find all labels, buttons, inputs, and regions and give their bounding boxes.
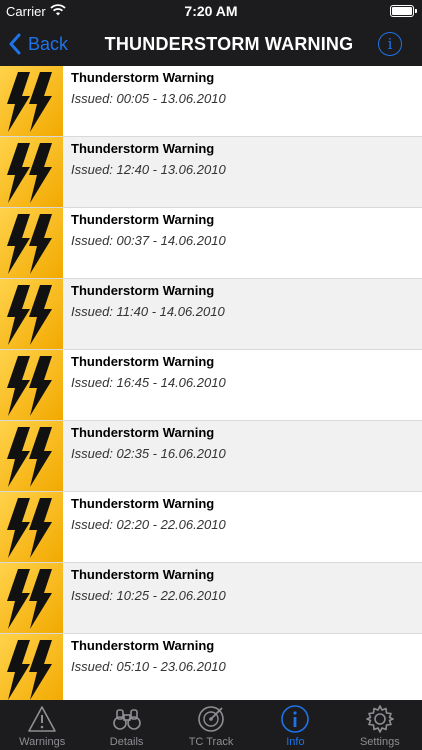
- warning-title: Thunderstorm Warning: [71, 638, 215, 653]
- info-icon: [281, 705, 310, 733]
- tab-label: Settings: [359, 736, 400, 748]
- clock: 7:20 AM: [184, 3, 238, 19]
- back-button[interactable]: Back: [8, 30, 68, 58]
- warning-text: Thunderstorm Warning Issued: 02:20 - 22.…: [63, 492, 226, 562]
- warning-issued: Issued: 12:40 - 13.06.2010: [71, 162, 226, 177]
- warning-title: Thunderstorm Warning: [71, 70, 215, 85]
- warning-row[interactable]: Thunderstorm Warning Issued: 00:05 - 13.…: [0, 66, 422, 137]
- tab-label: Warnings: [19, 736, 66, 748]
- warning-issued: Issued: 16:45 - 14.06.2010: [71, 375, 226, 390]
- warning-row[interactable]: Thunderstorm Warning Issued: 10:25 - 22.…: [0, 563, 422, 634]
- lightning-bolt-icon: [0, 421, 63, 491]
- chevron-left-icon: [9, 33, 21, 55]
- tab-label: Info: [286, 736, 305, 748]
- warning-issued: Issued: 00:37 - 14.06.2010: [71, 233, 226, 248]
- warning-title: Thunderstorm Warning: [71, 425, 215, 440]
- warning-text: Thunderstorm Warning Issued: 12:40 - 13.…: [63, 137, 226, 207]
- warning-text: Thunderstorm Warning Issued: 11:40 - 14.…: [63, 279, 225, 349]
- warning-title: Thunderstorm Warning: [71, 141, 215, 156]
- info-button[interactable]: i: [378, 32, 402, 56]
- lightning-bolt-icon: [0, 279, 63, 349]
- warning-issued: Issued: 10:25 - 22.06.2010: [71, 588, 226, 603]
- warning-row[interactable]: Thunderstorm Warning Issued: 02:20 - 22.…: [0, 492, 422, 563]
- lightning-bolt-icon: [0, 563, 63, 633]
- lightning-bolt-icon: [0, 66, 63, 136]
- tab-label: Details: [109, 736, 144, 748]
- warning-row[interactable]: Thunderstorm Warning Issued: 11:40 - 14.…: [0, 279, 422, 350]
- warning-list: Thunderstorm Warning Issued: 00:05 - 13.…: [0, 66, 422, 700]
- warning-text: Thunderstorm Warning Issued: 05:10 - 23.…: [63, 634, 226, 700]
- tab-label: TC Track: [188, 736, 234, 748]
- lightning-bolt-icon: [0, 208, 63, 278]
- tab-bar: Warnings Details TC Track Info Settings: [0, 700, 422, 750]
- lightning-bolt-icon: [0, 137, 63, 207]
- lightning-bolt-icon: [0, 350, 63, 420]
- warning-text: Thunderstorm Warning Issued: 00:37 - 14.…: [63, 208, 226, 278]
- radar-icon: [198, 706, 224, 732]
- tab-info[interactable]: Info: [253, 700, 337, 750]
- warning-title: Thunderstorm Warning: [71, 496, 215, 511]
- lightning-bolt-icon: [0, 634, 63, 700]
- warning-row[interactable]: Thunderstorm Warning Issued: 12:40 - 13.…: [0, 137, 422, 208]
- warning-row[interactable]: Thunderstorm Warning Issued: 05:10 - 23.…: [0, 634, 422, 700]
- tab-settings[interactable]: Settings: [338, 700, 422, 750]
- info-icon: i: [387, 35, 393, 53]
- warning-title: Thunderstorm Warning: [71, 354, 215, 369]
- warning-issued: Issued: 05:10 - 23.06.2010: [71, 659, 226, 674]
- warning-row[interactable]: Thunderstorm Warning Issued: 02:35 - 16.…: [0, 421, 422, 492]
- warning-text: Thunderstorm Warning Issued: 02:35 - 16.…: [63, 421, 226, 491]
- warning-title: Thunderstorm Warning: [71, 283, 215, 298]
- warning-title: Thunderstorm Warning: [71, 567, 215, 582]
- warning-title: Thunderstorm Warning: [71, 212, 215, 227]
- warning-issued: Issued: 02:20 - 22.06.2010: [71, 517, 226, 532]
- warning-text: Thunderstorm Warning Issued: 00:05 - 13.…: [63, 66, 226, 136]
- tab-warnings[interactable]: Warnings: [0, 700, 84, 750]
- warning-issued: Issued: 11:40 - 14.06.2010: [71, 304, 225, 319]
- warning-issued: Issued: 00:05 - 13.06.2010: [71, 91, 226, 106]
- tab-tc-track[interactable]: TC Track: [169, 700, 253, 750]
- warning-triangle-icon: [28, 706, 57, 732]
- warning-row[interactable]: Thunderstorm Warning Issued: 00:37 - 14.…: [0, 208, 422, 279]
- binoculars-icon: [112, 709, 141, 730]
- navigation-bar: Back THUNDERSTORM WARNING i: [0, 22, 422, 66]
- lightning-bolt-icon: [0, 492, 63, 562]
- page-title: THUNDERSTORM WARNING: [104, 34, 354, 54]
- gear-icon: [366, 705, 394, 733]
- warning-text: Thunderstorm Warning Issued: 16:45 - 14.…: [63, 350, 226, 420]
- warning-row[interactable]: Thunderstorm Warning Issued: 16:45 - 14.…: [0, 350, 422, 421]
- tab-details[interactable]: Details: [84, 700, 168, 750]
- battery-icon: [390, 5, 417, 17]
- back-label: Back: [28, 33, 69, 54]
- status-bar: Carrier 7:20 AM: [0, 0, 422, 22]
- warning-issued: Issued: 02:35 - 16.06.2010: [71, 446, 226, 461]
- warning-text: Thunderstorm Warning Issued: 10:25 - 22.…: [63, 563, 226, 633]
